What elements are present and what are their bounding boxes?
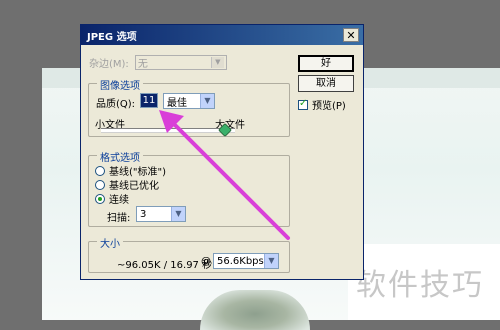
- ok-button[interactable]: 好: [298, 55, 354, 72]
- quality-preset-select[interactable]: 最佳 ▼: [163, 93, 215, 109]
- preview-checkbox[interactable]: [298, 98, 308, 110]
- close-icon: ✕: [346, 29, 356, 42]
- radio-button[interactable]: [95, 165, 105, 176]
- format-option-progressive[interactable]: 连续: [95, 191, 129, 206]
- radio-button[interactable]: [95, 179, 105, 190]
- dialog-title: JPEG 选项: [87, 31, 137, 43]
- chevron-down-icon: ▼: [210, 57, 224, 68]
- format-options-title: 格式选项: [97, 149, 143, 164]
- size-title: 大小: [97, 235, 123, 250]
- quality-preset-value: 最佳: [167, 97, 187, 109]
- scans-value: 3: [140, 208, 147, 220]
- connection-speed-value: 56.6Kbps: [217, 255, 264, 267]
- dialog-titlebar[interactable]: JPEG 选项 ✕: [81, 25, 363, 45]
- chevron-down-icon: ▼: [171, 207, 185, 221]
- matte-row: 杂边(M): 无 ▼: [89, 55, 227, 70]
- size-estimate: ~96.05K / 16.97 秒: [117, 260, 213, 271]
- close-button[interactable]: ✕: [343, 28, 359, 42]
- format-option-baseline-standard[interactable]: 基线("标准"): [95, 163, 166, 178]
- jpeg-options-dialog: JPEG 选项 ✕ 杂边(M): 无 ▼ 图像选项 品质(Q): 11 最佳 ▼…: [80, 24, 364, 280]
- matte-select: 无 ▼: [134, 55, 227, 70]
- quality-slider-track[interactable]: [101, 128, 235, 133]
- format-option-label: 基线("标准"): [109, 167, 167, 178]
- connection-speed-select[interactable]: 56.6Kbps ▼: [213, 253, 279, 269]
- quality-label: 品质(Q):: [96, 99, 136, 110]
- cancel-button[interactable]: 取消: [298, 75, 354, 92]
- image-options-title: 图像选项: [97, 77, 143, 92]
- watermark-text: 软件技巧: [356, 268, 484, 303]
- format-option-baseline-optimized[interactable]: 基线已优化: [95, 177, 159, 192]
- chevron-down-icon: ▼: [264, 254, 278, 268]
- matte-value: 无: [137, 59, 148, 70]
- matte-label: 杂边(M):: [89, 59, 129, 70]
- preview-checkbox-row[interactable]: 预览(P): [298, 97, 346, 112]
- scans-select[interactable]: 3 ▼: [136, 206, 186, 222]
- format-option-label: 连续: [109, 195, 129, 206]
- radio-button[interactable]: [95, 193, 105, 204]
- chevron-down-icon: ▼: [200, 94, 214, 108]
- preview-label: 预览(P): [312, 101, 346, 112]
- format-option-label: 基线已优化: [109, 181, 159, 192]
- at-symbol: @: [201, 256, 211, 267]
- quality-input[interactable]: 11: [140, 93, 158, 108]
- scans-label: 扫描:: [107, 213, 131, 224]
